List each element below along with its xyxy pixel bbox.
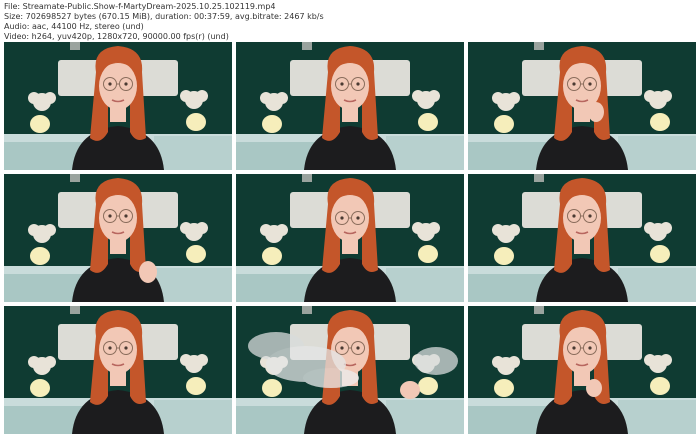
audio-info-line: Audio: aac, 44100 Hz, stereo (und): [4, 22, 144, 31]
video-thumbnail-1: [4, 42, 232, 170]
video-thumbnail-3: [468, 42, 696, 170]
video-frame-icon: [236, 306, 464, 434]
video-frame-icon: [468, 174, 696, 302]
video-thumbnail-7: [4, 306, 232, 434]
video-thumbnail-5: [236, 174, 464, 302]
video-thumbnail-8: [236, 306, 464, 434]
video-thumbnail-2: [236, 42, 464, 170]
file-size-line: Size: 702698527 bytes (670.15 MiB), dura…: [4, 12, 324, 21]
video-frame-icon: [4, 174, 232, 302]
file-name-line: File: Streamate-Public.Show-f-MartyDream…: [4, 2, 276, 11]
video-thumbnail-4: [4, 174, 232, 302]
video-frame-icon: [236, 42, 464, 170]
video-frame-icon: [468, 306, 696, 434]
video-info-line: Video: h264, yuv420p, 1280x720, 90000.00…: [4, 32, 229, 41]
video-frame-icon: [236, 174, 464, 302]
video-thumbnail-6: [468, 174, 696, 302]
video-frame-icon: [4, 306, 232, 434]
file-info-header: File: Streamate-Public.Show-f-MartyDream…: [4, 2, 324, 42]
video-thumbnail-9: [468, 306, 696, 434]
video-frame-icon: [468, 42, 696, 170]
video-frame-icon: [4, 42, 232, 170]
